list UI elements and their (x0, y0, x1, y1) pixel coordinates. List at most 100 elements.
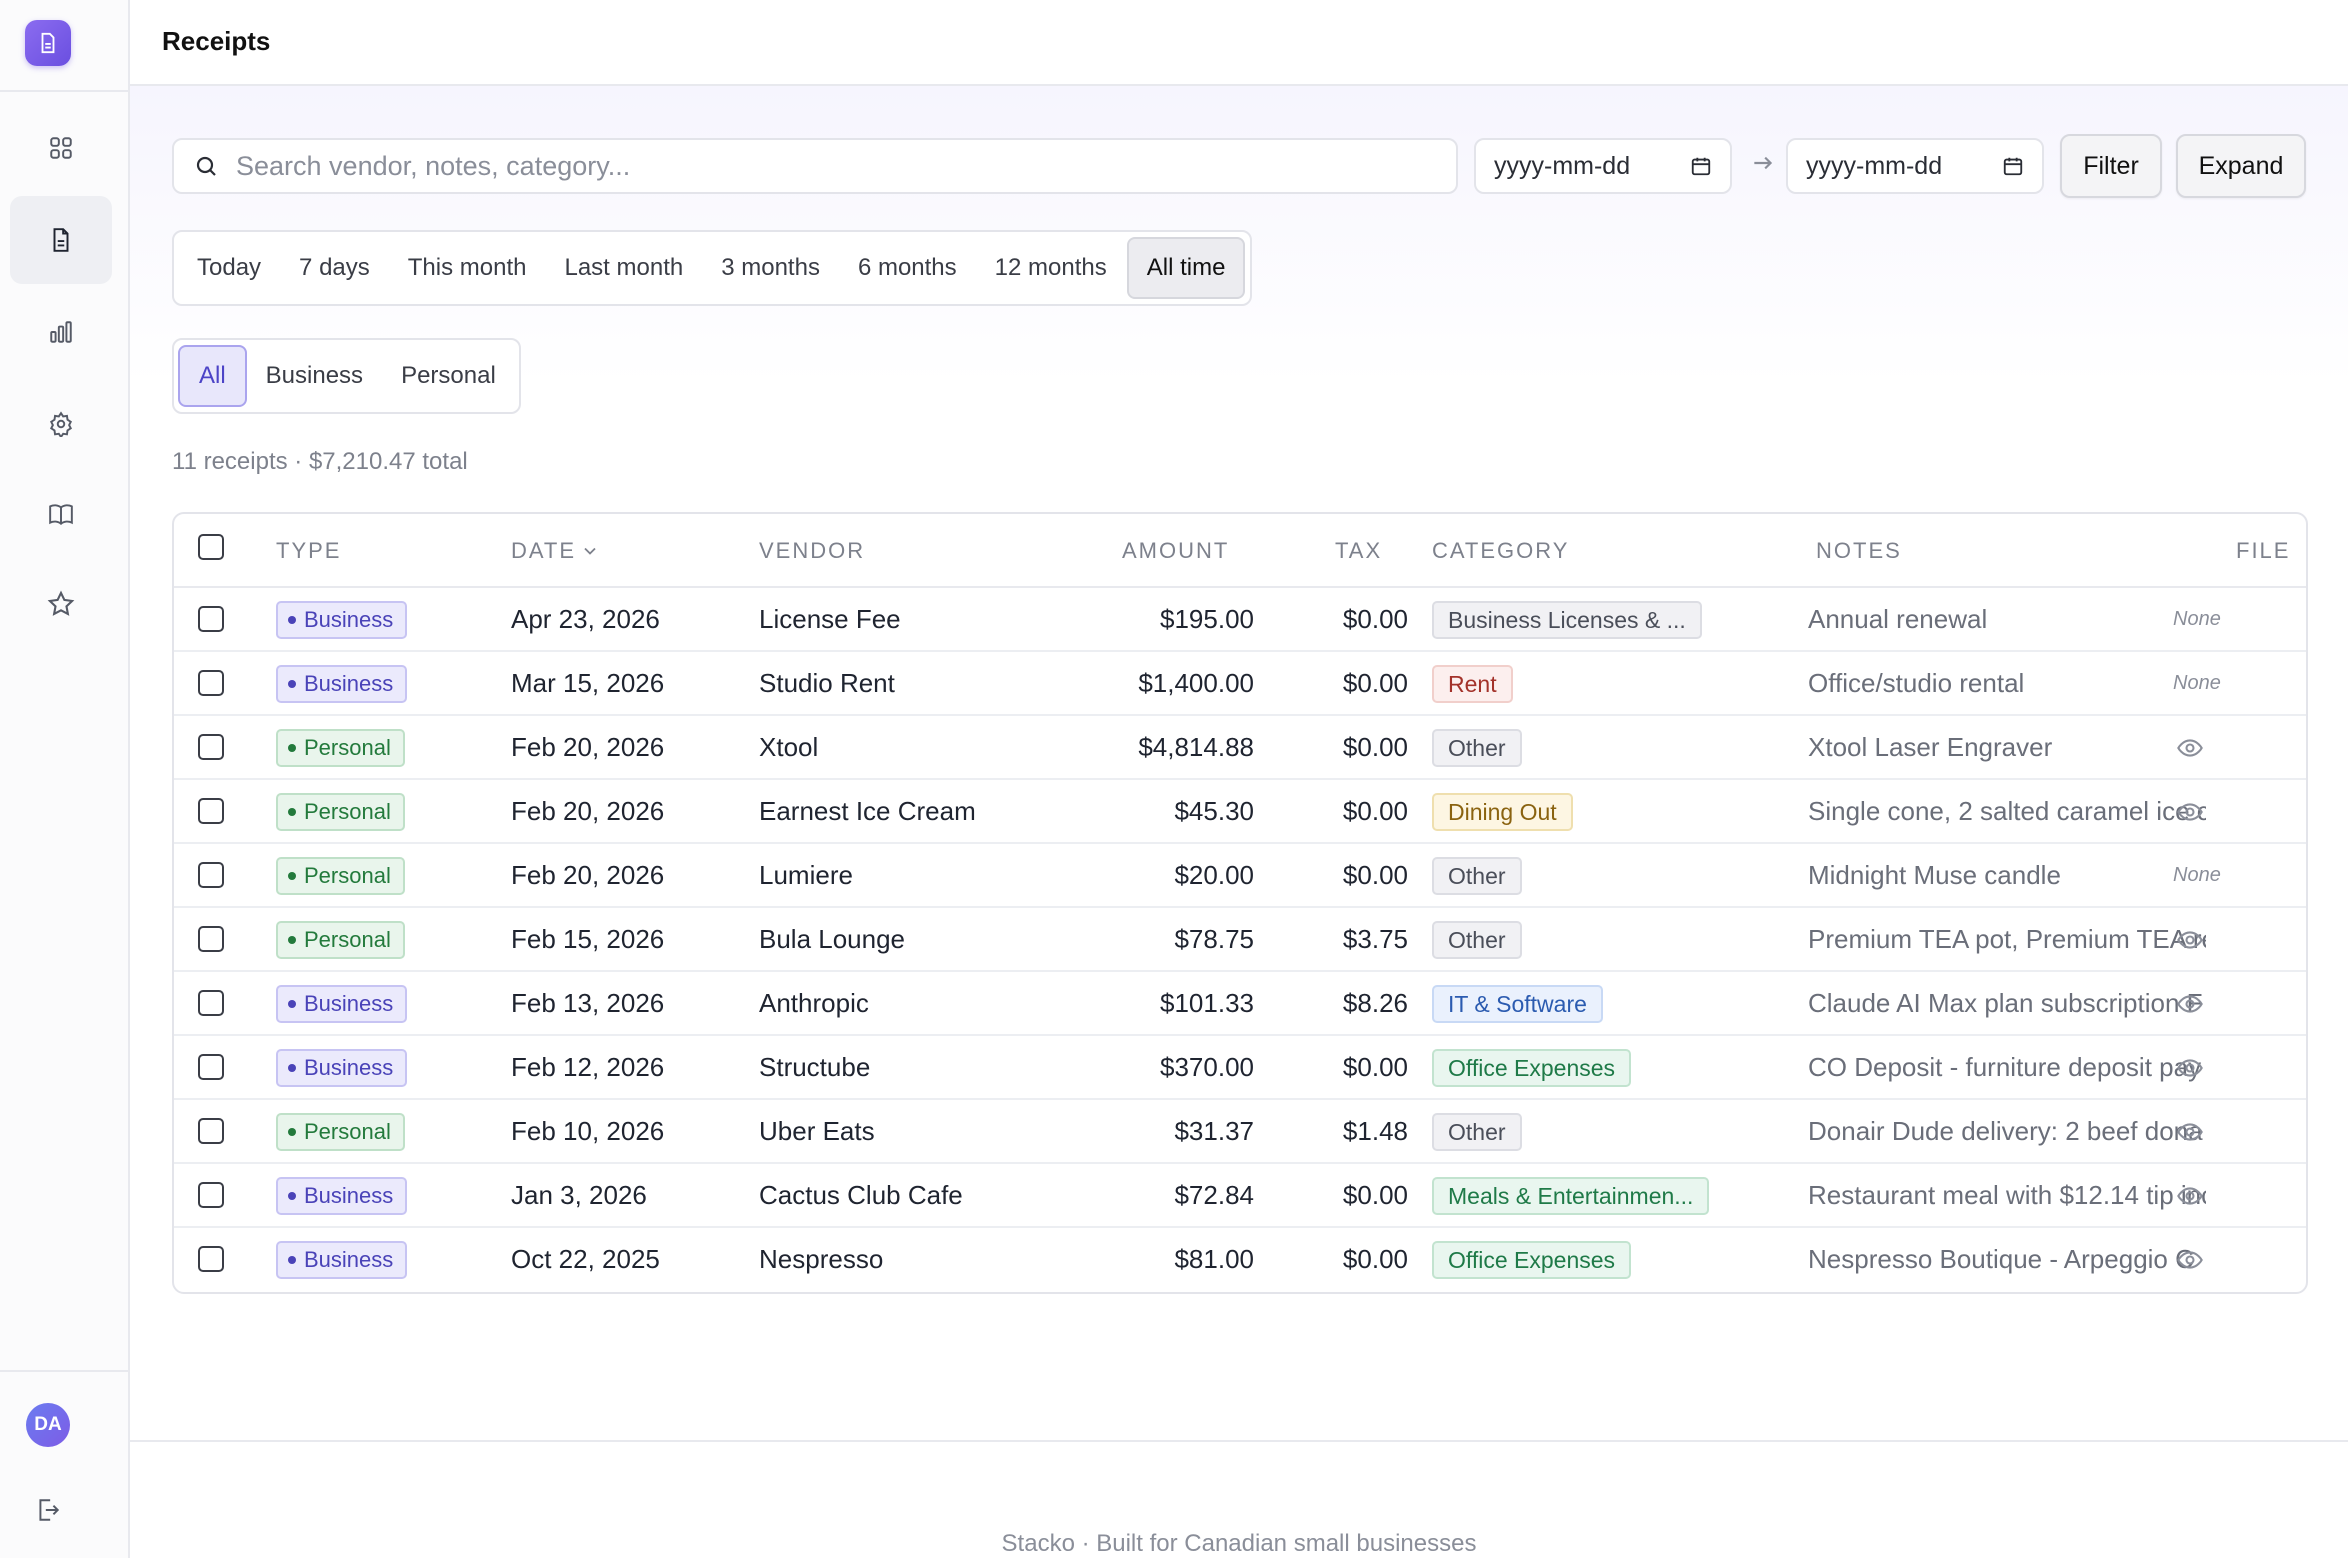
table-row[interactable]: Personal Feb 10, 2026 Uber Eats $31.37 $… (174, 1100, 2306, 1164)
eye-icon[interactable] (2176, 1182, 2204, 1210)
period-tab[interactable]: 3 months (703, 237, 838, 299)
notes-cell: Nespresso Boutique - Arpeggio C (1808, 1244, 2194, 1274)
period-tab[interactable]: 7 days (281, 237, 388, 299)
row-checkbox[interactable] (198, 1054, 224, 1080)
row-checkbox[interactable] (198, 606, 224, 632)
sidebar-item-guide[interactable] (10, 470, 112, 558)
document-icon (53, 228, 69, 252)
sidebar-item-receipts[interactable] (10, 196, 112, 284)
type-label: Business (304, 1247, 394, 1272)
row-checkbox[interactable] (198, 1182, 224, 1208)
row-checkbox[interactable] (198, 670, 224, 696)
row-checkbox[interactable] (198, 926, 224, 952)
sidebar-item-favorites[interactable] (10, 560, 112, 648)
type-label: Business (304, 671, 394, 696)
eye-icon[interactable] (2176, 734, 2204, 762)
date-to-field[interactable]: yyyy-mm-dd (1786, 138, 2044, 194)
type-dot (288, 1000, 296, 1008)
table-row[interactable]: Business Mar 15, 2026 Studio Rent $1,400… (174, 652, 2306, 716)
calendar-icon[interactable] (1690, 155, 1712, 177)
eye-icon[interactable] (2176, 926, 2204, 954)
type-badge: Business (276, 1241, 408, 1279)
table-row[interactable]: Business Feb 13, 2026 Anthropic $101.33 … (174, 972, 2306, 1036)
gear-icon (49, 411, 73, 437)
period-tab[interactable]: This month (390, 237, 545, 299)
calendar-icon[interactable] (2002, 155, 2024, 177)
tax-cell: $0.00 (1342, 1244, 1408, 1274)
filter-button[interactable]: Filter (2060, 134, 2162, 198)
receipts-summary: 11 receipts · $7,210.47 total (172, 448, 468, 475)
vendor-cell: Anthropic (759, 988, 869, 1018)
header-type[interactable]: TYPE (276, 538, 341, 564)
tax-cell: $3.75 (1342, 924, 1408, 954)
header-tax[interactable]: TAX (1335, 538, 1382, 564)
search-input[interactable] (236, 150, 1416, 182)
sidebar-divider (0, 1370, 128, 1372)
period-tab[interactable]: All time (1126, 237, 1246, 299)
receipts-table: TYPE DATE VENDOR AMOUNT TAX CATEGORY NOT… (172, 512, 2308, 1294)
header-notes[interactable]: NOTES (1816, 538, 1902, 564)
category-badge: Business Licenses & ... (1432, 601, 1702, 639)
type-tab[interactable]: Personal (382, 345, 515, 407)
search-box[interactable] (172, 138, 1458, 194)
notes-cell: Claude AI Max plan subscription F (1808, 988, 2203, 1018)
table-row[interactable]: Business Apr 23, 2026 License Fee $195.0… (174, 588, 2306, 652)
type-dot (288, 1064, 296, 1072)
sidebar-item-dashboard[interactable] (10, 104, 112, 192)
eye-icon[interactable] (2176, 1246, 2204, 1274)
row-checkbox[interactable] (198, 1118, 224, 1144)
table-row[interactable]: Business Feb 12, 2026 Structube $370.00 … (174, 1036, 2306, 1100)
row-checkbox[interactable] (198, 862, 224, 888)
header-vendor[interactable]: VENDOR (759, 538, 865, 564)
type-tab[interactable]: Business (247, 345, 382, 407)
row-checkbox[interactable] (198, 734, 224, 760)
table-row[interactable]: Business Jan 3, 2026 Cactus Club Cafe $7… (174, 1164, 2306, 1228)
arrow-right-icon (1754, 156, 1773, 170)
period-tab[interactable]: 6 months (840, 237, 975, 299)
sidebar-item-settings[interactable] (10, 380, 112, 468)
type-dot (288, 1128, 296, 1136)
table-row[interactable]: Personal Feb 15, 2026 Bula Lounge $78.75… (174, 908, 2306, 972)
row-checkbox[interactable] (198, 798, 224, 824)
table-row[interactable]: Personal Feb 20, 2026 Lumiere $20.00 $0.… (174, 844, 2306, 908)
date-cell: Feb 20, 2026 (511, 732, 665, 762)
app-logo[interactable] (25, 20, 71, 66)
logout-button[interactable] (28, 1490, 68, 1530)
period-tab[interactable]: Last month (546, 237, 701, 299)
eye-icon[interactable] (2176, 1118, 2204, 1146)
table-row[interactable]: Personal Feb 20, 2026 Xtool $4,814.88 $0… (174, 716, 2306, 780)
expand-button[interactable]: Expand (2176, 134, 2306, 198)
eye-icon[interactable] (2176, 990, 2204, 1018)
type-tab[interactable]: All (178, 345, 247, 407)
amount-cell: $4,814.88 (1138, 732, 1254, 762)
table-row[interactable]: Business Oct 22, 2025 Nespresso $81.00 $… (174, 1228, 2306, 1292)
avatar[interactable]: DA (26, 1403, 70, 1447)
row-checkbox[interactable] (198, 1246, 224, 1272)
date-cell: Jan 3, 2026 (511, 1180, 647, 1210)
category-badge: Rent (1432, 665, 1513, 703)
type-label: Business (304, 1055, 394, 1080)
amount-cell: $31.37 (1174, 1116, 1254, 1146)
eye-icon[interactable] (2176, 1054, 2204, 1082)
table-row[interactable]: Personal Feb 20, 2026 Earnest Ice Cream … (174, 780, 2306, 844)
row-checkbox[interactable] (198, 990, 224, 1016)
header-date[interactable]: DATE (511, 538, 600, 564)
period-tab[interactable]: 12 months (977, 237, 1125, 299)
category-badge: Other (1432, 857, 1522, 895)
header-category[interactable]: CATEGORY (1432, 538, 1569, 564)
notes-cell: CO Deposit - furniture deposit pay (1808, 1052, 2202, 1082)
vendor-cell: Structube (759, 1052, 871, 1082)
select-all-checkbox[interactable] (198, 534, 224, 560)
header-amount[interactable]: AMOUNT (1122, 538, 1229, 564)
search-icon (196, 156, 216, 176)
eye-icon[interactable] (2176, 798, 2204, 826)
type-dot (288, 936, 296, 944)
footer: Stacko · Built for Canadian small busine… (130, 1440, 2348, 1558)
period-tab[interactable]: Today (179, 237, 279, 299)
sidebar-item-reports[interactable] (10, 288, 112, 376)
type-tabs: All Business Personal (172, 338, 521, 414)
category-badge: Other (1432, 1113, 1522, 1151)
notes-cell: Midnight Muse candle (1808, 860, 2061, 890)
file-none: None (2173, 864, 2221, 886)
date-from-field[interactable]: yyyy-mm-dd (1474, 138, 1732, 194)
